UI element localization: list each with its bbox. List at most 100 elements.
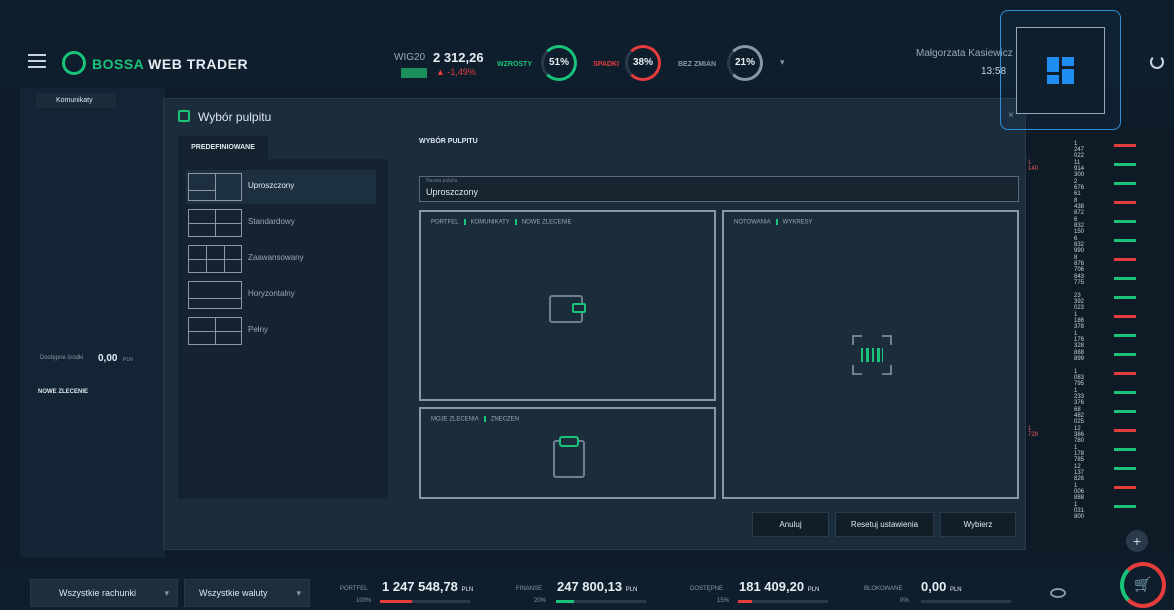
quote-cell: 1 006 888 <box>1074 483 1085 501</box>
clipboard-icon <box>553 436 585 478</box>
visibility-icon[interactable] <box>1050 588 1066 598</box>
layout-thumb-icon <box>188 281 242 309</box>
stat-value-finance: 247 800,13 PLN <box>557 579 637 594</box>
layout-label: Pełny <box>248 325 269 334</box>
quote-sparkline <box>1114 467 1136 470</box>
choose-button[interactable]: Wybierz <box>940 512 1016 537</box>
panel-tab: MOJE ZLECENIA <box>431 416 479 423</box>
dashboard-layout-icon[interactable] <box>1047 57 1074 84</box>
quote-cell: 1 031 800 <box>1074 502 1085 520</box>
field-label: Nazwa pulpitu <box>426 178 458 184</box>
balance-unit: PLN <box>123 357 133 363</box>
stat-pct: 15% <box>717 598 730 604</box>
quote-cell: 1 233 376 <box>1074 388 1085 406</box>
layout-item-horizontal[interactable]: Horyzontalny <box>186 278 376 312</box>
quote-cell: 12 386 780 <box>1074 426 1085 444</box>
stat-value: 181 409,20 <box>739 579 805 594</box>
currency-select[interactable]: Wszystkie waluty ▾ <box>184 579 310 607</box>
tab-predefined[interactable]: PREDEFINIOWANE <box>178 136 268 159</box>
stat-value: 0,00 <box>921 579 947 594</box>
quote-cell: 8 876 706 <box>1074 255 1085 273</box>
quote-sparkline <box>1114 448 1136 451</box>
panel-tabs: NOTOWANIA WYKRESY <box>734 219 813 226</box>
quote-cell: 1 083 795 <box>1074 369 1085 387</box>
stat-unit: PLN <box>949 587 962 593</box>
preview-panel-top-left: PORTFEL KOMUNIKATY NOWE ZLECENIE <box>419 210 716 401</box>
quote-sparkline <box>1114 486 1136 489</box>
chevron-down-icon: ▾ <box>296 588 301 598</box>
layout-label: Standardowy <box>248 217 295 226</box>
layout-item-advanced[interactable]: Zaawansowany <box>186 242 376 276</box>
quote-cell: 23 392 023 <box>1074 293 1085 311</box>
tab-komunikaty[interactable]: Komunikaty <box>36 94 116 108</box>
gauge-label-up: WZROSTY <box>497 61 532 68</box>
logo-text-a: BOSSA <box>92 56 144 72</box>
preview-panel-bottom-left: MOJE ZLECENIA ZNECZEN <box>419 407 716 499</box>
quote-sparkline <box>1114 334 1136 337</box>
index-change: ▲ -1,49% <box>436 67 476 77</box>
balance-label: Dostępne środki <box>40 355 84 361</box>
layout-label: Zaawansowany <box>248 253 304 262</box>
stat-pct: 20% <box>534 598 547 604</box>
index-badge <box>401 68 427 78</box>
layout-item-simplified[interactable]: Uproszczony <box>186 170 376 204</box>
layout-item-full[interactable]: Pełny <box>186 314 376 348</box>
cancel-button[interactable]: Anuluj <box>752 512 829 537</box>
panel-tab: ZNECZEN <box>490 416 520 423</box>
stat-bar <box>921 600 1011 603</box>
stat-bar <box>556 600 646 603</box>
quote-sparkline <box>1114 372 1136 375</box>
stat-label-available: DOSTĘPNE <box>690 586 724 592</box>
dashboard-name-field[interactable]: Nazwa pulpitu Uproszczony <box>419 176 1019 202</box>
quote-cell: 11 914 300 <box>1074 160 1085 178</box>
stat-label-blocked: BLOKOWANE <box>864 586 903 592</box>
quote-cell: 12 137 826 <box>1074 464 1085 482</box>
accounts-select-value: Wszystkie rachunki <box>59 588 137 598</box>
quote-cell: 6 832 150 <box>1074 217 1085 235</box>
user-name[interactable]: Małgorzata Kasiewicz <box>916 48 1013 59</box>
modal-title: Wybór pulpitu <box>198 110 272 124</box>
quote-sparkline <box>1114 353 1136 356</box>
reset-settings-button[interactable]: Resetuj ustawienia <box>835 512 934 537</box>
preview-heading: WYBÓR PULPITU <box>419 138 478 145</box>
menu-icon[interactable] <box>28 54 46 68</box>
stat-value-blocked: 0,00 PLN <box>921 579 962 594</box>
balance-value: 0,00 <box>98 353 118 364</box>
logout-icon[interactable] <box>1150 55 1164 69</box>
quote-cell: 2 676 61 <box>1074 179 1085 197</box>
quote-sparkline <box>1114 182 1136 185</box>
field-value: Uproszczony <box>426 187 479 197</box>
index-name: WIG20 <box>394 52 426 63</box>
quote-cell: 68 482 025 <box>1074 407 1085 425</box>
quote-cell: 8 438 872 <box>1074 198 1085 216</box>
quote-cell: 1 176 328 <box>1074 331 1085 349</box>
quote-sparkline <box>1114 296 1136 299</box>
left-panel: Komunikaty Dostępne środki 0,00 PLN NOWE… <box>20 88 165 558</box>
layout-item-standard[interactable]: Standardowy <box>186 206 376 240</box>
panel-tab: NOWE ZLECENIE <box>521 219 572 226</box>
accounts-select[interactable]: Wszystkie rachunki ▾ <box>30 579 178 607</box>
quote-sparkline <box>1114 163 1136 166</box>
barcode-scan-icon <box>852 335 892 375</box>
quote-cell: 843 775 <box>1074 274 1085 286</box>
preview-panel-right: NOTOWANIA WYKRESY <box>722 210 1019 499</box>
new-order-section[interactable]: NOWE ZLECENIE <box>38 389 88 395</box>
chevron-down-icon[interactable]: ▾ <box>780 57 785 68</box>
quote-sparkline <box>1114 144 1136 147</box>
panel-tabs: MOJE ZLECENIA ZNECZEN <box>431 416 519 423</box>
top-bar: BOSSA WEB TRADER WIG20 2 312,26 ▲ -1,49%… <box>0 0 1174 86</box>
quote-sparkline <box>1114 220 1136 223</box>
panel-tabs: PORTFEL KOMUNIKATY NOWE ZLECENIE <box>431 219 571 226</box>
add-button[interactable]: + <box>1126 530 1148 552</box>
cart-button[interactable]: 🛒 <box>1120 562 1166 608</box>
quote-sparkline <box>1114 505 1136 508</box>
quotes-panel <box>1025 130 1174 550</box>
gauge-label-neutral: BEZ ZMIAN <box>678 61 717 68</box>
currency-select-value: Wszystkie waluty <box>199 588 268 598</box>
quote-cell: 6 832 990 <box>1074 236 1085 254</box>
quote-cell: 1 728 <box>1028 426 1039 438</box>
chevron-down-icon: ▾ <box>164 588 169 598</box>
logo-text-b: WEB TRADER <box>148 56 249 72</box>
quote-sparkline <box>1114 429 1136 432</box>
gauge-up: 51% <box>541 45 577 81</box>
